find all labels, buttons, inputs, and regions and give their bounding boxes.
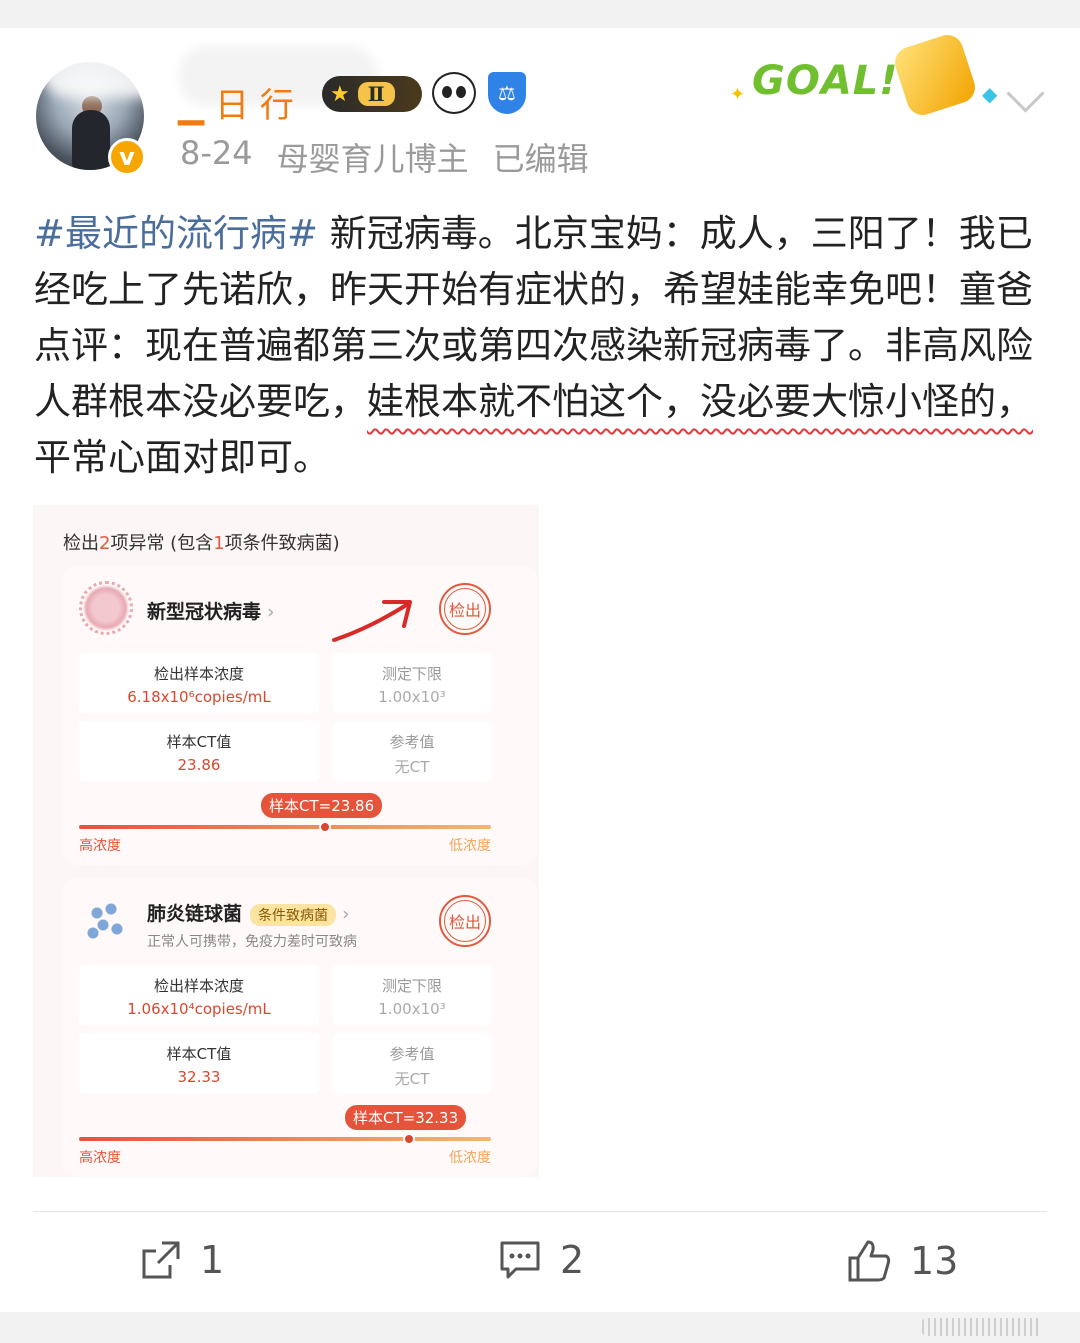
avatar-figure <box>72 110 110 170</box>
ct-box: 样本CT值 23.86 <box>79 721 319 781</box>
chevron-right-icon: › <box>342 903 350 925</box>
conditional-tag: 条件致病菌 <box>250 904 337 926</box>
ct-label: 样本CT值 <box>166 1045 232 1063</box>
post-date: 8-24 <box>180 134 253 172</box>
divider <box>33 1211 1047 1212</box>
level-badge[interactable]: ★ Ⅱ <box>322 76 422 112</box>
ct-box: 样本CT值 32.33 <box>79 1033 319 1093</box>
limit-box: 测定下限 1.00x10³ <box>333 965 491 1025</box>
share-button[interactable]: 1 <box>140 1238 224 1282</box>
share-icon <box>142 1241 180 1279</box>
ct-marker <box>403 1133 415 1145</box>
limit-value: 1.00x10³ <box>378 1000 446 1018</box>
post-body: #最近的流行病# 新冠病毒。北京宝妈：成人，三阳了！我已经吃上了先诺欣，昨天开始… <box>34 206 1054 486</box>
ref-value: 无CT <box>394 758 430 776</box>
pathogen-card: 新型冠状病毒 › 检出 检出样本浓度 6.18x10⁶copies/mL 测定下限… <box>63 565 537 865</box>
virus-icon <box>79 581 133 635</box>
high-label: 高浓度 <box>79 1150 121 1166</box>
pathogen-card: 肺炎链球菌 条件致病菌 › 正常人可携带，免疫力差时可致病 检出 检出样本浓度 1.… <box>63 877 537 1177</box>
summary-suffix: 项条件致病菌) <box>224 533 340 554</box>
pathogen-name-text: 新型冠状病毒 <box>147 601 262 623</box>
comment-button[interactable]: 2 <box>498 1238 584 1282</box>
hashtag-link[interactable]: #最近的流行病# <box>34 212 318 255</box>
limit-value: 1.00x10³ <box>378 688 446 706</box>
ref-value: 无CT <box>394 1070 430 1088</box>
detected-stamp: 检出 <box>439 583 491 635</box>
user-title: 母婴育儿博主 <box>276 140 469 178</box>
chevron-right-icon: › <box>267 601 275 623</box>
verified-badge-icon: v <box>108 138 146 176</box>
panda-icon[interactable] <box>432 72 476 114</box>
summary-mid: 项异常 (包含 <box>110 533 214 554</box>
trophy-icon <box>890 30 980 120</box>
username-fragment[interactable]: ▁ 日 行 <box>178 78 294 127</box>
conc-label: 检出样本浓度 <box>153 665 244 683</box>
ref-label: 参考值 <box>389 1045 435 1063</box>
summary-prefix: 检出 <box>63 533 99 554</box>
comment-icon <box>500 1241 540 1279</box>
conc-value: 1.06x10⁴copies/mL <box>127 1000 271 1018</box>
shield-icon[interactable]: ⚖ <box>488 72 526 114</box>
limit-label: 测定下限 <box>381 665 442 683</box>
limit-label: 测定下限 <box>381 977 442 995</box>
bacteria-icon <box>87 901 127 941</box>
reference-box: 参考值 无CT <box>333 721 491 781</box>
limit-box: 测定下限 1.00x10³ <box>333 653 491 713</box>
summary-count: 1 <box>213 533 225 554</box>
reference-box: 参考值 无CT <box>333 1033 491 1093</box>
concentration-scale <box>79 1137 491 1141</box>
pathogen-name: 新型冠状病毒 › <box>147 597 275 624</box>
low-label: 低浓度 <box>449 1150 491 1166</box>
ct-marker <box>319 821 331 833</box>
pathogen-desc: 正常人可携带，免疫力差时可致病 <box>147 934 357 950</box>
ct-value: 23.86 <box>177 756 221 774</box>
summary-count: 2 <box>99 533 111 554</box>
sparkle-icon: ✦ <box>730 84 746 105</box>
detected-stamp: 检出 <box>439 895 491 947</box>
chevron-down-icon[interactable] <box>1006 74 1045 113</box>
ct-pill: 样本CT=23.86 <box>261 793 383 818</box>
comment-count: 2 <box>560 1238 585 1282</box>
ct-value: 32.33 <box>177 1068 221 1086</box>
report-summary: 检出2项异常 (包含1项条件致病菌) <box>63 529 340 555</box>
conc-label: 检出样本浓度 <box>153 977 244 995</box>
edited-label[interactable]: 已编辑 <box>493 134 589 180</box>
ct-label: 样本CT值 <box>166 733 232 751</box>
low-label: 低浓度 <box>449 838 491 854</box>
top-strip <box>0 0 1080 28</box>
share-count: 1 <box>200 1238 225 1282</box>
concentration-box: 检出样本浓度 1.06x10⁴copies/mL <box>79 965 319 1025</box>
ref-label: 参考值 <box>389 733 435 751</box>
verified-mark: v <box>119 143 135 171</box>
attached-image[interactable]: 检出2项异常 (包含1项条件致病菌) 新型冠状病毒 › 检出 检出样本浓度 6.1… <box>33 505 539 1177</box>
hand-drawn-arrow-icon <box>332 600 412 642</box>
scroll-grip[interactable] <box>922 1318 1042 1336</box>
star-icon: ★ <box>330 81 350 107</box>
ct-pill: 样本CT=32.33 <box>345 1105 467 1130</box>
thumbs-up-icon <box>848 1240 891 1282</box>
level-number: Ⅱ <box>357 82 395 106</box>
post-text-end: 平常心面对即可。 <box>34 436 330 479</box>
concentration-scale <box>79 825 491 829</box>
bottom-strip <box>0 1312 1080 1343</box>
goal-badge[interactable]: GOAL! <box>752 58 899 104</box>
like-button[interactable]: 13 <box>846 1238 958 1284</box>
pathogen-name-text: 肺炎链球菌 <box>147 903 243 925</box>
blur-overlay <box>40 38 170 98</box>
post-meta: 8-24 母婴育儿博主 已编辑 <box>180 134 589 180</box>
like-count: 13 <box>910 1239 959 1283</box>
concentration-box: 检出样本浓度 6.18x10⁶copies/mL <box>79 653 319 713</box>
pathogen-name: 肺炎链球菌 条件致病菌 › <box>147 899 350 926</box>
conc-value: 6.18x10⁶copies/mL <box>127 688 271 706</box>
sparkle-icon: ◆ <box>982 82 998 106</box>
underlined-text: 娃根本就不怕这个，没必要大惊小怪的， <box>367 380 1033 423</box>
high-label: 高浓度 <box>79 838 121 854</box>
